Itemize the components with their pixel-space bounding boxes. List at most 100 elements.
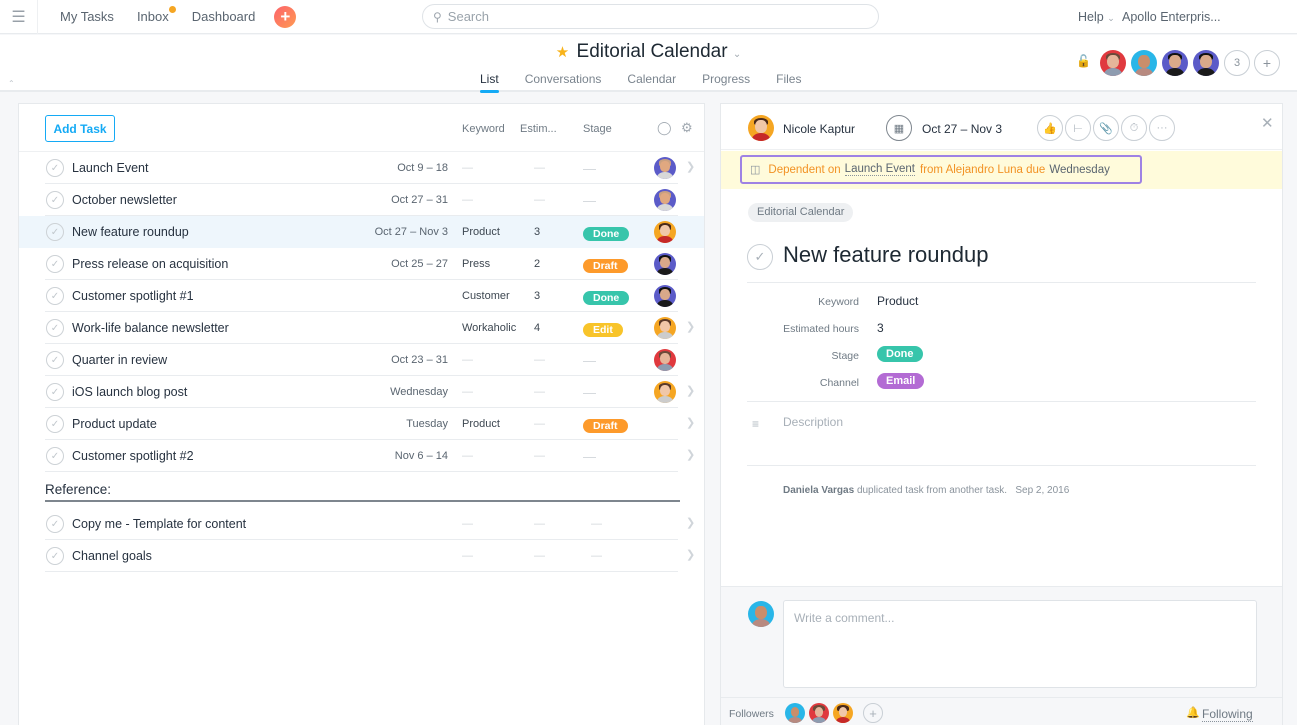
assignee-avatar[interactable]: [654, 189, 676, 211]
task-row[interactable]: ✓ Press release on acquisition Oct 25 – …: [19, 248, 704, 280]
task-name[interactable]: Customer spotlight #2: [72, 449, 194, 463]
task-title[interactable]: New feature roundup: [783, 242, 988, 268]
assignee-avatar[interactable]: [654, 317, 676, 339]
task-stage[interactable]: —: [591, 550, 602, 562]
chevron-right-icon[interactable]: ❯: [686, 448, 695, 461]
stage-empty[interactable]: —: [583, 161, 596, 176]
complete-checkbox[interactable]: ✓: [46, 415, 64, 433]
task-row[interactable]: ✓ Copy me - Template for content — — — ❯: [19, 508, 704, 540]
tab-conversations[interactable]: Conversations: [525, 72, 602, 92]
task-due-date[interactable]: Oct 27 – 31: [391, 194, 448, 206]
task-row[interactable]: ✓ Launch Event Oct 9 – 18 — — — ❯: [19, 152, 704, 184]
tab-calendar[interactable]: Calendar: [627, 72, 676, 92]
task-row[interactable]: ✓ Work-life balance newsletter Workaholi…: [19, 312, 704, 344]
task-name[interactable]: Work-life balance newsletter: [72, 321, 229, 335]
add-follower-button[interactable]: +: [863, 703, 883, 723]
close-icon[interactable]: ✕: [1261, 114, 1274, 132]
task-row[interactable]: ✓ New feature roundup Oct 27 – Nov 3 Pro…: [19, 216, 704, 248]
complete-checkbox[interactable]: ✓: [46, 287, 64, 305]
assignee-avatar[interactable]: [748, 115, 774, 141]
task-estimate[interactable]: —: [534, 386, 545, 398]
task-stage[interactable]: —: [583, 161, 596, 176]
star-icon[interactable]: ★: [556, 44, 569, 61]
field-value-estimated-hours[interactable]: 3: [877, 321, 884, 335]
task-stage[interactable]: —: [583, 449, 596, 464]
menu-icon[interactable]: ☰: [0, 0, 38, 34]
task-estimate[interactable]: —: [534, 354, 545, 366]
task-name[interactable]: Customer spotlight #1: [72, 289, 194, 303]
nav-inbox[interactable]: Inbox: [137, 6, 176, 24]
section-header[interactable]: Reference:: [45, 476, 680, 502]
assignee-avatar[interactable]: [654, 221, 676, 243]
like-icon[interactable]: 👍: [1037, 115, 1063, 141]
complete-checkbox[interactable]: ✓: [46, 223, 64, 241]
column-header-stage[interactable]: Stage: [583, 123, 612, 135]
following-toggle[interactable]: Following: [1202, 707, 1253, 722]
chevron-right-icon[interactable]: ❯: [686, 320, 695, 333]
task-estimate[interactable]: —: [534, 518, 545, 530]
task-keyword[interactable]: Press: [462, 258, 490, 270]
task-estimate[interactable]: —: [534, 550, 545, 562]
task-row[interactable]: ✓ Quarter in review Oct 23 – 31 — — —: [19, 344, 704, 376]
complete-checkbox[interactable]: ✓: [46, 319, 64, 337]
assignee-avatar[interactable]: [654, 285, 676, 307]
task-row[interactable]: ✓ iOS launch blog post Wednesday — — — ❯: [19, 376, 704, 408]
stage-empty[interactable]: —: [583, 193, 596, 208]
task-due-date[interactable]: Oct 25 – 27: [391, 258, 448, 270]
column-header-keyword[interactable]: Keyword: [462, 123, 505, 135]
chevron-down-icon[interactable]: ⌄: [733, 49, 741, 60]
organization-switcher[interactable]: Apollo Enterpris...: [1122, 10, 1221, 24]
complete-checkbox[interactable]: ✓: [46, 159, 64, 177]
task-keyword[interactable]: —: [462, 518, 473, 530]
field-value-keyword[interactable]: Product: [877, 294, 918, 308]
task-stage[interactable]: Done: [583, 225, 630, 241]
task-keyword[interactable]: —: [462, 194, 473, 206]
stage-empty[interactable]: —: [583, 353, 596, 368]
follower-avatar[interactable]: [833, 703, 853, 723]
help-menu[interactable]: Help ⌄: [1078, 10, 1115, 24]
task-estimate[interactable]: —: [534, 450, 545, 462]
follower-avatar[interactable]: [809, 703, 829, 723]
task-keyword[interactable]: —: [462, 450, 473, 462]
task-keyword[interactable]: —: [462, 162, 473, 174]
task-stage[interactable]: —: [583, 385, 596, 400]
nav-my-tasks[interactable]: My Tasks: [60, 9, 114, 24]
task-keyword[interactable]: Product: [462, 226, 500, 238]
field-value-channel[interactable]: Email: [877, 373, 925, 389]
stage-pill[interactable]: Edit: [583, 323, 623, 337]
lock-icon[interactable]: 🔓: [1076, 54, 1091, 68]
complete-task-checkbox[interactable]: ✓: [747, 244, 773, 270]
task-stage[interactable]: —: [583, 193, 596, 208]
task-due-date[interactable]: Oct 23 – 31: [391, 354, 448, 366]
assignee-avatar[interactable]: [654, 157, 676, 179]
timer-icon[interactable]: ⏱: [1121, 115, 1147, 141]
member-avatar[interactable]: [1131, 50, 1157, 76]
chevron-right-icon[interactable]: ❯: [686, 416, 695, 429]
chevron-right-icon[interactable]: ❯: [686, 384, 695, 397]
task-name[interactable]: iOS launch blog post: [72, 385, 187, 399]
task-estimate[interactable]: 2: [534, 258, 540, 270]
column-header-estimate[interactable]: Estim...: [520, 123, 557, 135]
task-estimate[interactable]: —: [534, 162, 545, 174]
tab-progress[interactable]: Progress: [702, 72, 750, 92]
task-estimate[interactable]: 3: [534, 226, 540, 238]
task-row[interactable]: ✓ Channel goals — — — ❯: [19, 540, 704, 572]
task-row[interactable]: ✓ Product update Tuesday Product — Draft…: [19, 408, 704, 440]
member-avatar[interactable]: [1162, 50, 1188, 76]
description-input[interactable]: Description: [783, 415, 843, 429]
stage-empty[interactable]: —: [583, 449, 596, 464]
task-due-date[interactable]: Oct 9 – 18: [397, 162, 448, 174]
task-row[interactable]: ✓ Customer spotlight #1 Customer 3 Done: [19, 280, 704, 312]
calendar-icon[interactable]: ▦: [886, 115, 912, 141]
chevron-right-icon[interactable]: ❯: [686, 548, 695, 561]
task-name[interactable]: Quarter in review: [72, 353, 167, 367]
complete-checkbox[interactable]: ✓: [46, 515, 64, 533]
task-estimate[interactable]: 3: [534, 290, 540, 302]
more-icon[interactable]: ···: [1149, 115, 1175, 141]
task-estimate[interactable]: 4: [534, 322, 540, 334]
task-keyword[interactable]: Workaholic: [462, 322, 516, 334]
stage-pill[interactable]: Done: [583, 291, 630, 305]
task-keyword[interactable]: Product: [462, 418, 500, 430]
tab-files[interactable]: Files: [776, 72, 801, 92]
comment-input[interactable]: Write a comment...: [783, 600, 1257, 688]
